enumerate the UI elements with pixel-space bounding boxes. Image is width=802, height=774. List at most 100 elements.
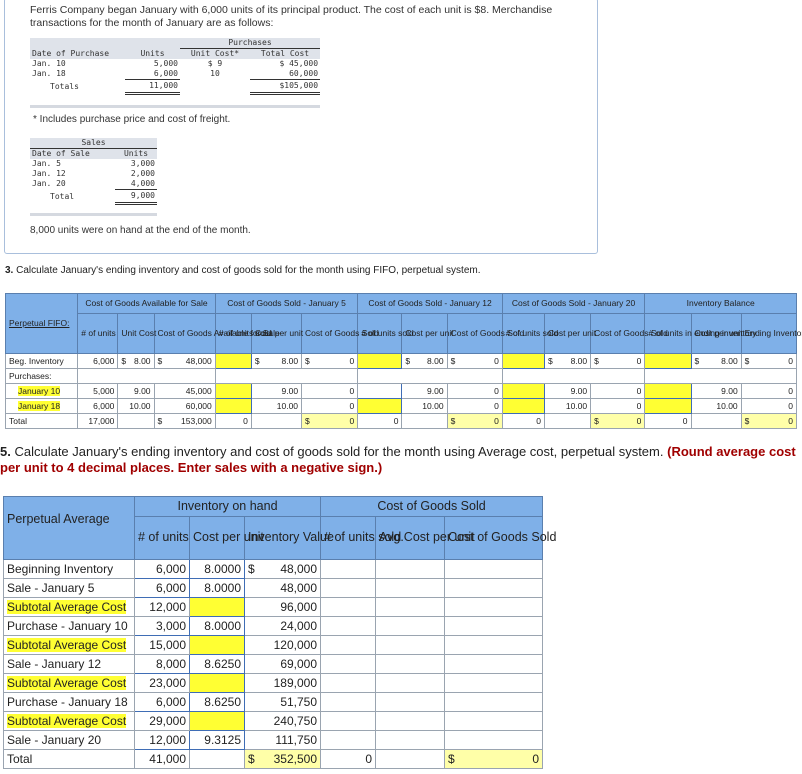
cell: 17,000 — [77, 413, 119, 429]
cost-per-unit-input[interactable] — [189, 597, 245, 617]
group-jan20: Cost of Goods Sold - January 20 — [501, 293, 646, 314]
currency: $ — [450, 356, 456, 366]
cost-per-unit-input[interactable] — [189, 673, 245, 693]
purchase-row: Jan. 10 5,000 $ 9 $ 45,000 — [30, 59, 320, 69]
jan12-units-sold-beg-input[interactable] — [357, 353, 403, 369]
currency: $ — [594, 416, 599, 426]
currency: $ — [248, 752, 255, 766]
jan20-units-sold-beg-input[interactable] — [501, 353, 545, 369]
jan12-units-sold-jan18-input[interactable] — [357, 398, 403, 414]
col-total-cost: Total Cost — [250, 48, 321, 59]
cell: 189,000 — [273, 676, 318, 690]
units-input[interactable]: 3,000 — [134, 616, 190, 636]
cell: 24,000 — [280, 619, 318, 633]
cost-per-unit-input[interactable]: 9.3125 — [189, 730, 245, 750]
cost-per-unit-input[interactable]: 8.0000 — [189, 578, 245, 598]
ending-units-beg-input[interactable] — [644, 353, 692, 369]
cell: 0 — [636, 416, 642, 426]
fifo-row-jan10: January 10 5,000 9.00 45,000 9.00 0 9.00… — [4, 383, 798, 399]
avg-cost-cell — [375, 597, 446, 617]
avg-cost-cell — [375, 635, 446, 655]
cell: 11,000 — [125, 79, 180, 95]
avg-subheader: Inventory Value — [243, 516, 334, 560]
avg-cost-cell — [375, 616, 446, 636]
units-sold-cell — [320, 559, 377, 579]
units-input: 15,000 — [134, 635, 190, 655]
units-input[interactable]: 6,000 — [134, 578, 190, 598]
cell: 2,000 — [130, 169, 155, 178]
fifo-subheader: Cost of Goods Sold — [301, 313, 379, 354]
cost-per-unit-input[interactable]: 8.0000 — [189, 559, 245, 579]
currency: $ — [547, 356, 553, 366]
cost-per-unit-input[interactable] — [189, 711, 245, 731]
cell: 60,000 — [250, 69, 321, 80]
cost-per-unit-input[interactable]: 8.0000 — [189, 616, 245, 636]
units-input: 29,000 — [134, 711, 190, 731]
cost-per-unit-input[interactable] — [189, 635, 245, 655]
cell: 0 — [590, 383, 646, 399]
avg-row: Subtotal Average Cost 29,000 240,750 — [3, 711, 544, 731]
cogs-cell — [444, 692, 544, 712]
avg-subheader: # of units — [134, 516, 190, 560]
currency: $ — [248, 562, 255, 576]
cell: 4,000 — [115, 179, 157, 190]
units-sold-cell — [320, 597, 377, 617]
jan5-units-sold-beg-input[interactable] — [214, 353, 252, 369]
avg-row: Subtotal Average Cost 15,000 120,000 — [3, 635, 544, 655]
col-date-of-sale: Date of Sale — [32, 149, 90, 158]
cost-per-unit-input[interactable]: 8.6250 — [189, 654, 245, 674]
cell: 10.00 — [250, 398, 303, 414]
group-cogs-available: Cost of Goods Available for Sale — [77, 293, 216, 314]
cell: 6,000 — [77, 398, 119, 414]
jan5-units-sold-jan10-input[interactable] — [214, 383, 252, 399]
units-input[interactable]: 6,000 — [134, 692, 190, 712]
jan20-units-sold-jan18-input[interactable] — [501, 398, 545, 414]
group-inventory-on-hand: Inventory on hand — [133, 496, 322, 517]
cell: 352,500 — [273, 752, 318, 766]
row-label: Purchase - January 10 — [7, 619, 128, 633]
cell: 0 — [494, 416, 499, 426]
cell: 96,000 — [280, 600, 318, 614]
row-label: Subtotal Average Cost — [7, 714, 127, 728]
cell: 5,000 — [153, 59, 178, 68]
jan5-units-sold-jan18-input[interactable] — [214, 398, 252, 414]
cell: Totals — [50, 81, 79, 91]
currency: $ — [121, 356, 127, 366]
cell: 0 — [301, 398, 359, 414]
cell: 0 — [494, 356, 499, 366]
cogs-cell — [444, 635, 544, 655]
question-5: 5. Calculate January's ending inventory … — [0, 444, 800, 476]
currency: $ — [157, 416, 163, 426]
group-jan5: Cost of Goods Sold - January 5 — [214, 293, 359, 314]
units-input[interactable]: 8,000 — [134, 654, 190, 674]
currency: $ — [305, 356, 310, 366]
sales-group: Sales — [30, 138, 157, 149]
jan20-units-sold-jan10-input[interactable] — [501, 383, 545, 399]
col-units: Units — [123, 149, 149, 158]
row-label: Subtotal Average Cost — [7, 638, 127, 652]
cell: 48,000 — [185, 356, 212, 366]
group-jan12: Cost of Goods Sold - January 12 — [357, 293, 503, 314]
cell: 240,750 — [273, 714, 318, 728]
ending-units-jan10-input[interactable] — [644, 383, 692, 399]
cell: 0 — [532, 752, 540, 766]
row-label: Purchases: — [4, 368, 79, 384]
currency: $ — [405, 356, 411, 366]
units-input[interactable]: 6,000 — [134, 559, 190, 579]
units-input[interactable]: 12,000 — [134, 730, 190, 750]
ending-units-jan18-input[interactable] — [644, 398, 692, 414]
currency: $ — [744, 356, 750, 366]
fifo-table: Perpetual FIFO: Cost of Goods Available … — [4, 293, 802, 429]
cell: 9.00 — [401, 383, 448, 399]
cost-per-unit-input[interactable]: 8.6250 — [189, 692, 245, 712]
cell: 9.00 — [117, 383, 155, 399]
cell: 0 — [590, 398, 646, 414]
cell: 6,000 — [77, 353, 119, 369]
avg-subheader: Cost per unit — [189, 516, 264, 560]
cell: 6,000 — [125, 69, 180, 80]
jan12-units-sold-jan10-input[interactable] — [357, 383, 403, 399]
cell: 60,000 — [153, 398, 216, 414]
cell: 41,000 — [134, 749, 190, 769]
row-label: Sale - January 12 — [7, 657, 102, 671]
cogs-cell — [444, 616, 544, 636]
